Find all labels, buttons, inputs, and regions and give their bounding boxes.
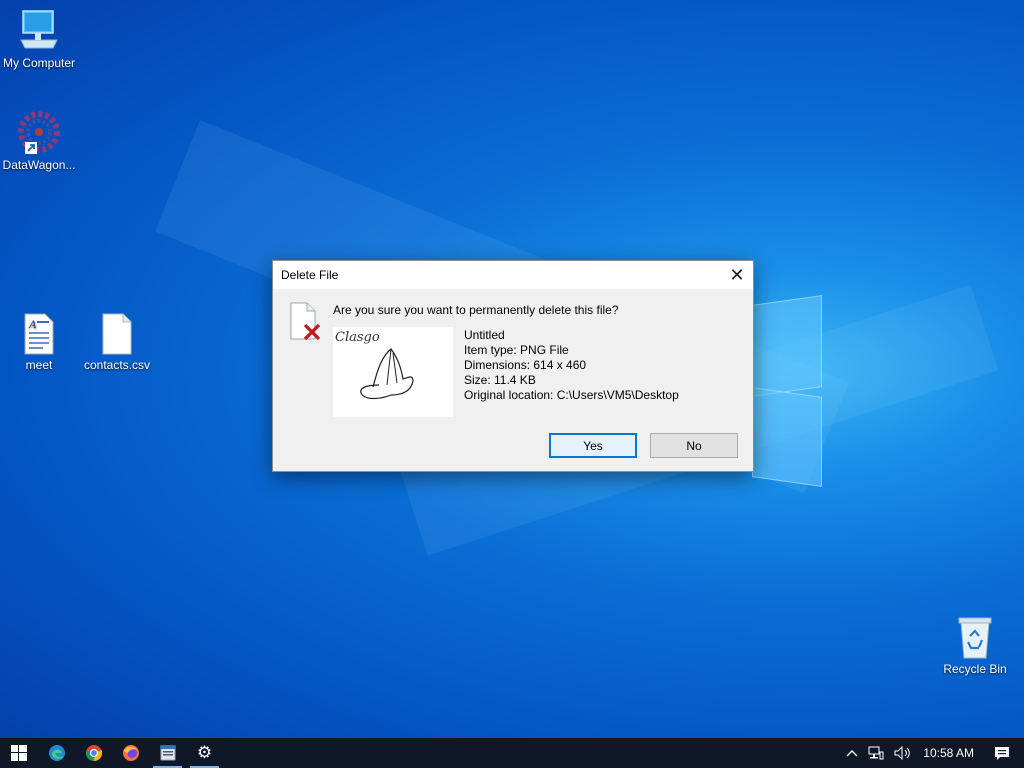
thumbnail-text: Clasgo bbox=[335, 330, 380, 345]
no-button[interactable]: No bbox=[650, 433, 738, 458]
taskbar-chrome[interactable] bbox=[75, 738, 112, 768]
desktop-icon-contacts[interactable]: contacts.csv bbox=[79, 312, 155, 372]
datawagon-label: DataWagon... bbox=[2, 158, 76, 172]
recycle-bin-label: Recycle Bin bbox=[943, 662, 1007, 676]
file-thumbnail: Clasgo bbox=[333, 327, 453, 417]
file-name: Untitled bbox=[464, 328, 505, 342]
windows-logo-wallpaper bbox=[752, 290, 824, 487]
file-info: Untitled Item type: PNG File Dimensions:… bbox=[464, 328, 679, 403]
desktop-icon-my-computer[interactable]: My Computer bbox=[1, 8, 77, 70]
contacts-label: contacts.csv bbox=[83, 358, 151, 372]
datawagon-gear-icon bbox=[18, 111, 60, 154]
desktop-icon-meet[interactable]: A meet bbox=[1, 312, 77, 372]
taskbar: ⚙ 10:58 AM bbox=[0, 738, 1024, 768]
computer-icon bbox=[20, 10, 58, 49]
taskbar-app-window[interactable] bbox=[149, 738, 186, 768]
item-type: Item type: PNG File bbox=[464, 343, 569, 357]
blank-file-icon bbox=[102, 313, 132, 355]
volume-icon[interactable] bbox=[889, 746, 917, 760]
taskbar-firefox[interactable] bbox=[112, 738, 149, 768]
desktop: My Computer DataWagon... A meet contacts bbox=[0, 0, 1024, 738]
chrome-icon bbox=[85, 745, 102, 762]
desktop-icon-datawagon[interactable]: DataWagon... bbox=[1, 108, 77, 172]
notification-icon[interactable] bbox=[984, 746, 1024, 761]
delete-file-icon bbox=[290, 302, 321, 341]
delete-file-dialog: Delete File ✕ Are you sure you want to p… bbox=[272, 260, 754, 472]
original-location: Original location: C:\Users\VM5\Desktop bbox=[464, 388, 679, 402]
desktop-icon-recycle-bin[interactable]: Recycle Bin bbox=[937, 614, 1013, 676]
dimensions: Dimensions: 614 x 460 bbox=[464, 358, 587, 372]
recycle-bin-icon bbox=[958, 617, 992, 659]
taskbar-edge[interactable] bbox=[38, 738, 75, 768]
file-size: Size: 11.4 KB bbox=[464, 373, 536, 387]
document-icon: A bbox=[24, 313, 54, 355]
system-tray: 10:58 AM bbox=[841, 738, 1024, 768]
firefox-icon bbox=[122, 745, 139, 761]
dialog-title: Delete File bbox=[281, 268, 339, 282]
close-icon[interactable]: ✕ bbox=[721, 261, 753, 289]
app-window-icon bbox=[160, 745, 175, 761]
gear-icon: ⚙ bbox=[196, 743, 213, 762]
yes-button[interactable]: Yes bbox=[549, 433, 637, 458]
start-icon bbox=[11, 745, 27, 761]
svg-text:A: A bbox=[28, 317, 37, 331]
edge-icon bbox=[48, 745, 65, 761]
dialog-message: Are you sure you want to permanently del… bbox=[333, 303, 619, 317]
dialog-titlebar[interactable]: Delete File ✕ bbox=[273, 261, 753, 289]
meet-label: meet bbox=[25, 358, 53, 372]
my-computer-label: My Computer bbox=[2, 56, 76, 70]
clock[interactable]: 10:58 AM bbox=[917, 746, 984, 760]
network-icon[interactable] bbox=[863, 746, 889, 760]
taskbar-settings[interactable]: ⚙ bbox=[186, 738, 223, 768]
chevron-up-icon[interactable] bbox=[841, 749, 863, 757]
start-button[interactable] bbox=[0, 738, 38, 768]
